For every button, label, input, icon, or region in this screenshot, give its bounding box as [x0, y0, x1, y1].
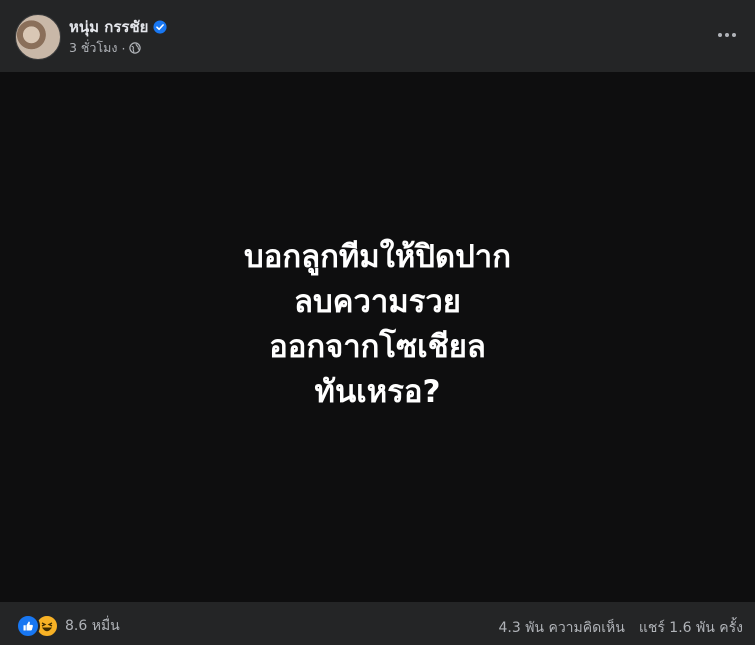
post-image[interactable]: บอกลูกทีมให้ปิดปาก￼ ลบความรวย ออกจากโซเช…	[0, 72, 755, 602]
engagement-counts: 4.3 พัน ความคิดเห็น แชร์ 1.6 พัน ครั้ง	[498, 617, 743, 639]
image-text-line-1: บอกลูกทีมให้ปิดปาก￼	[244, 239, 511, 275]
image-text-line-2: ลบความรวย	[294, 284, 461, 320]
image-text-line-4: ทันเหรอ?	[314, 374, 441, 410]
post-header: หนุ่ม กรรชัย 3 ชั่วโมง ·	[0, 0, 755, 72]
reaction-count: 8.6 หมื่น	[65, 618, 120, 634]
globe-icon	[129, 42, 142, 54]
more-options-icon	[718, 33, 722, 37]
like-icon	[16, 614, 40, 638]
meta-separator: ·	[121, 40, 126, 56]
comments-count[interactable]: 4.3 พัน ความคิดเห็น	[498, 617, 624, 639]
author-name[interactable]: หนุ่ม กรรชัย	[69, 15, 148, 39]
reactions-summary[interactable]: 8.6 หมื่น	[16, 614, 120, 638]
author-name-row: หนุ่ม กรรชัย	[69, 15, 167, 39]
post-image-text: บอกลูกทีมให้ปิดปาก￼ ลบความรวย ออกจากโซเช…	[244, 235, 511, 415]
shares-count[interactable]: แชร์ 1.6 พัน ครั้ง	[639, 617, 743, 639]
post-meta: 3 ชั่วโมง ·	[69, 38, 142, 58]
post-time[interactable]: 3 ชั่วโมง	[69, 38, 118, 58]
verified-badge-icon	[153, 20, 167, 34]
post-footer: 8.6 หมื่น 4.3 พัน ความคิดเห็น แชร์ 1.6 พ…	[0, 602, 755, 645]
author-avatar[interactable]	[15, 14, 61, 60]
image-text-line-3: ออกจากโซเชียล	[269, 329, 486, 365]
more-options-button[interactable]	[713, 21, 741, 49]
